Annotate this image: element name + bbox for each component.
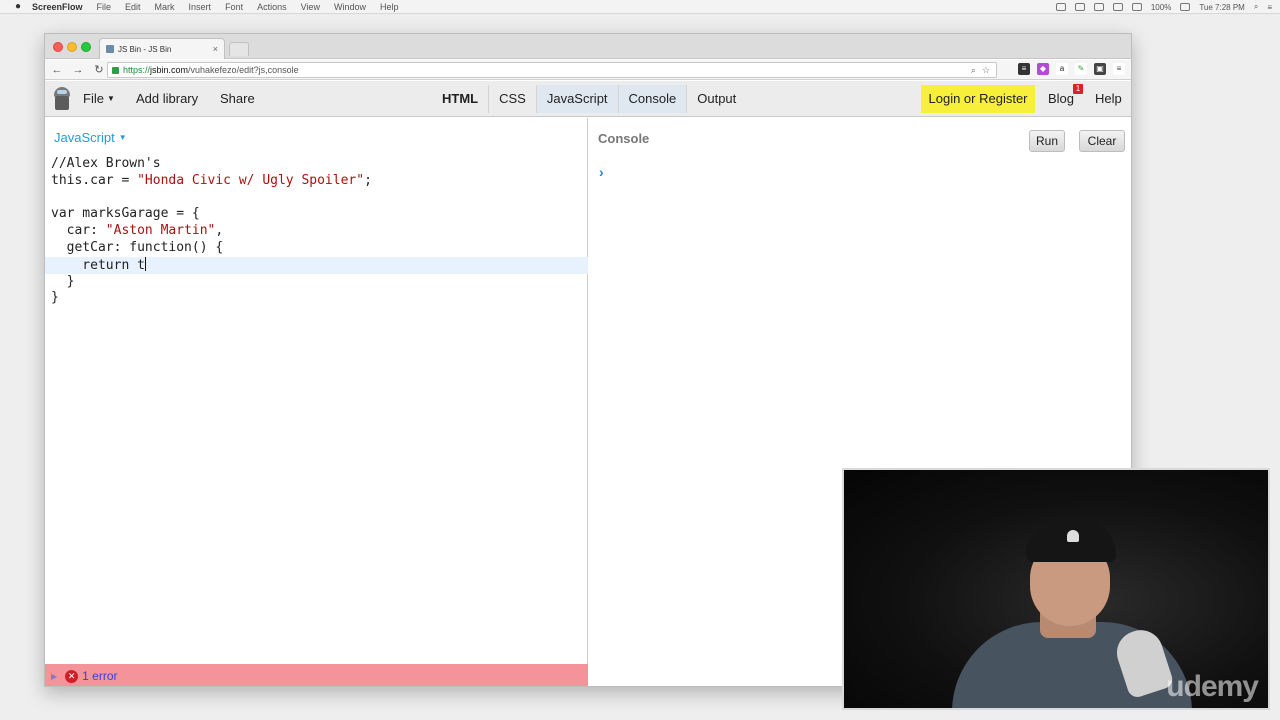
menu-font[interactable]: Font <box>225 2 243 12</box>
browser-tab[interactable]: JS Bin - JS Bin × <box>99 38 225 59</box>
back-icon[interactable]: ← <box>48 61 66 79</box>
code-line: car: "Aston Martin", <box>51 223 224 239</box>
webcam-overlay: udemy <box>842 468 1270 710</box>
panel-toggles: HTML CSS JavaScript Console Output <box>432 85 746 113</box>
code-line: getCar: function() { <box>51 239 224 255</box>
zoom-window-icon[interactable] <box>81 42 91 52</box>
login-register-button[interactable]: Login or Register <box>921 85 1035 113</box>
record-icon[interactable] <box>1074 3 1085 11</box>
menu-window[interactable]: Window <box>334 2 366 12</box>
url-scheme: https:// <box>123 65 151 75</box>
error-icon: ✕ <box>65 669 79 683</box>
file-menu-label: File <box>83 91 104 106</box>
menu-view[interactable]: View <box>301 2 320 12</box>
menu-mark[interactable]: Mark <box>155 2 175 12</box>
error-bar[interactable]: ▶ ✕ 1 error <box>45 664 588 686</box>
battery-percent: 100% <box>1150 2 1172 12</box>
chevron-down-icon: ▼ <box>118 133 127 142</box>
error-count: 1 error <box>82 669 118 683</box>
mac-menu-bar: ● ScreenFlow File Edit Mark Insert Font … <box>0 0 1280 14</box>
jsbin-header: File ▼ Add library Share HTML CSS JavaScr… <box>45 81 1131 117</box>
forward-icon[interactable]: → <box>69 61 87 79</box>
code-line-active: return t <box>45 256 588 274</box>
buffer-extension-icon[interactable]: ≡ <box>1018 63 1030 75</box>
chevron-down-icon: ▼ <box>106 94 115 103</box>
tab-html[interactable]: HTML <box>432 85 488 113</box>
menu-edit[interactable]: Edit <box>125 2 141 12</box>
bookmark-star-icon[interactable]: ☆ <box>982 65 990 76</box>
code-line: //Alex Brown's <box>51 156 161 171</box>
language-selector[interactable]: JavaScript ▼ <box>54 130 127 145</box>
help-link[interactable]: Help <box>1095 91 1122 106</box>
menu-app-name[interactable]: ScreenFlow <box>32 2 83 12</box>
amazon-extension-icon[interactable]: a <box>1056 63 1068 75</box>
screenshot-extension-icon[interactable]: ▣ <box>1094 63 1106 75</box>
expand-triangle-icon[interactable]: ▶ <box>51 672 57 681</box>
language-label: JavaScript <box>54 130 115 145</box>
text-cursor <box>144 256 146 271</box>
tab-css[interactable]: CSS <box>488 85 536 113</box>
bluetooth-icon[interactable] <box>1093 3 1104 11</box>
code-line: } <box>51 290 59 306</box>
tag-extension-icon[interactable]: ◆ <box>1037 63 1049 75</box>
blog-link[interactable]: Blog <box>1048 91 1074 106</box>
tab-javascript[interactable]: JavaScript <box>535 85 618 113</box>
screen-icon[interactable] <box>1055 3 1066 11</box>
code-area[interactable]: //Alex Brown's this.car = "Honda Civic w… <box>45 156 588 307</box>
new-tab-button[interactable] <box>229 42 249 56</box>
zoom-icon[interactable]: ⌕ <box>971 65 976 76</box>
list-icon[interactable]: ≡ <box>1267 3 1272 12</box>
menu-file[interactable]: File <box>97 2 112 12</box>
udemy-watermark: udemy <box>1166 670 1259 703</box>
tab-bar: JS Bin - JS Bin × <box>45 34 1131 59</box>
menu-bar-status: 100% Tue 7:28 PM ⌕ ≡ <box>1055 0 1272 14</box>
url-host: jsbin.com <box>150 65 189 75</box>
code-line: var marksGarage = { <box>51 206 200 222</box>
apple-icon[interactable]: ● <box>12 1 24 13</box>
url-path: /vuhakefezo/edit?js,console <box>188 65 299 75</box>
search-icon[interactable]: ⌕ <box>1254 2 1258 12</box>
console-prompt-icon[interactable]: › <box>599 164 604 180</box>
close-window-icon[interactable] <box>53 42 63 52</box>
run-button[interactable]: Run <box>1029 130 1065 152</box>
extensions: ≡ ◆ a ✎ ▣ ≡ <box>1018 63 1125 75</box>
code-line: } <box>51 273 75 289</box>
javascript-editor-panel[interactable]: JavaScript ▼ //Alex Brown's this.car = "H… <box>45 118 588 686</box>
reload-icon[interactable]: ↻ <box>90 61 108 79</box>
battery-icon[interactable] <box>1180 3 1191 11</box>
tab-close-icon[interactable]: × <box>213 44 218 54</box>
address-bar[interactable]: https://jsbin.com/vuhakefezo/edit?js,con… <box>107 62 997 78</box>
code-line: this.car = "Honda Civic w/ Ugly Spoiler"… <box>51 172 372 188</box>
tab-title: JS Bin - JS Bin <box>118 44 172 54</box>
tab-output[interactable]: Output <box>686 85 746 113</box>
menu-insert[interactable]: Insert <box>189 2 212 12</box>
tab-console[interactable]: Console <box>617 85 687 113</box>
secure-lock-icon <box>112 66 119 74</box>
menu-help[interactable]: Help <box>380 2 399 12</box>
chrome-menu-icon[interactable]: ≡ <box>1113 63 1125 75</box>
share-button[interactable]: Share <box>220 91 255 106</box>
browser-toolbar: ← → ↻ https://jsbin.com/vuhakefezo/edit?… <box>45 60 1131 80</box>
minimize-window-icon[interactable] <box>67 42 77 52</box>
jsbin-favicon-icon <box>106 45 114 53</box>
menu-actions[interactable]: Actions <box>257 2 287 12</box>
console-title: Console <box>598 131 650 146</box>
add-library-button[interactable]: Add library <box>136 91 198 106</box>
blog-notification-badge: 1 <box>1073 84 1083 94</box>
clear-button[interactable]: Clear <box>1079 130 1125 152</box>
jsbin-logo-icon[interactable] <box>53 87 71 111</box>
file-menu-button[interactable]: File ▼ <box>83 91 115 106</box>
volume-icon[interactable] <box>1112 3 1123 11</box>
wifi-icon[interactable] <box>1131 3 1142 11</box>
eyedropper-extension-icon[interactable]: ✎ <box>1075 63 1087 75</box>
clock[interactable]: Tue 7:28 PM <box>1199 3 1245 12</box>
